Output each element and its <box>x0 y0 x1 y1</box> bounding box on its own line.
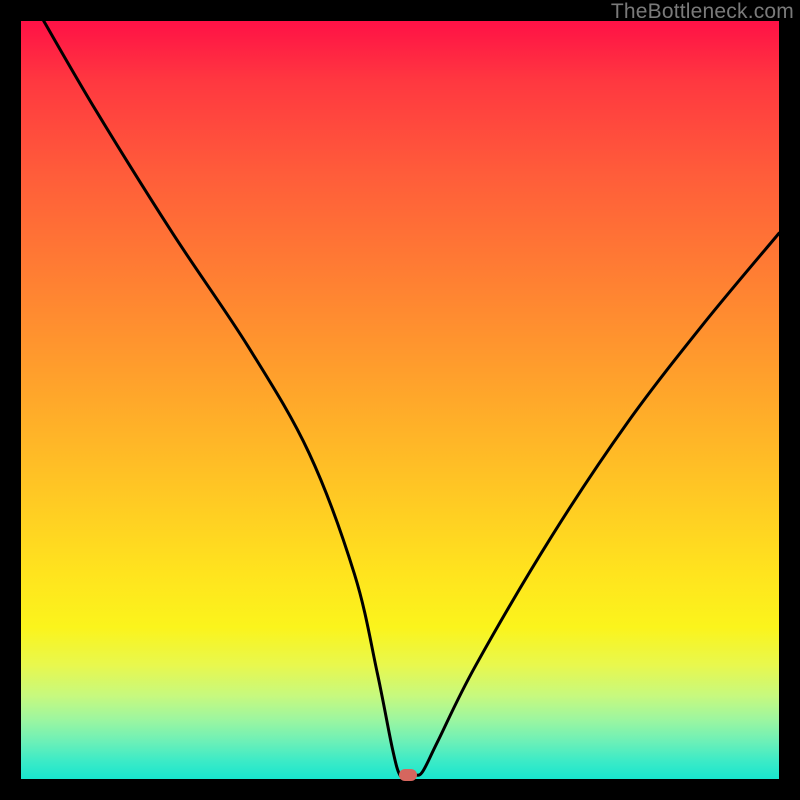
plot-area <box>21 21 779 779</box>
chart-container: TheBottleneck.com <box>0 0 800 800</box>
bottleneck-curve-path <box>44 21 779 777</box>
curve-svg <box>21 21 779 779</box>
optimal-point-marker <box>399 769 417 781</box>
